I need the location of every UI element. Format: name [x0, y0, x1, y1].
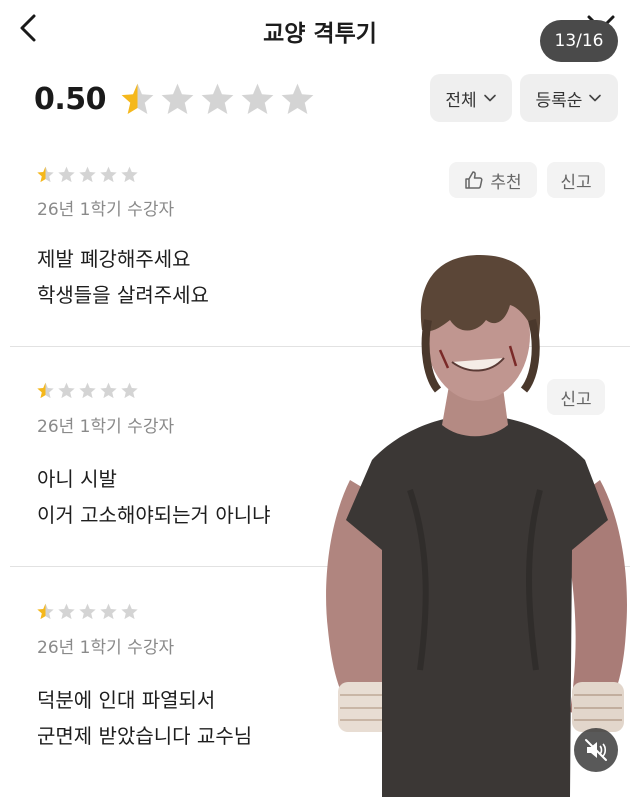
star-empty-icon	[121, 603, 138, 620]
star-empty-icon	[281, 83, 314, 114]
review-stars	[36, 381, 139, 400]
mute-button[interactable]	[574, 728, 618, 772]
review-meta: 26년 1학기 수강자	[37, 417, 175, 437]
review-text-line: 군면제 받았습니다 교수님	[37, 724, 253, 748]
star-filled-icon	[37, 166, 54, 183]
star-filled-icon	[37, 603, 54, 620]
report-button[interactable]: 신고	[547, 162, 605, 198]
star-empty-icon	[79, 603, 96, 620]
chevron-down-icon	[483, 94, 496, 102]
review-text-line: 학생들을 살려주세요	[37, 283, 209, 307]
star-empty-icon	[100, 603, 117, 620]
star-filled-icon	[37, 382, 54, 399]
top-bar: 교양 격투기 13/16	[0, 0, 640, 62]
recommend-label: 추천	[490, 172, 522, 193]
review-stars	[36, 602, 139, 621]
rating-summary: 0.50 전체 등록순	[0, 74, 640, 134]
report-label: 신고	[560, 172, 592, 193]
review-text-line: 아니 시발	[37, 467, 117, 491]
review-text-line: 이거 고소해야되는거 아니냐	[37, 503, 271, 527]
filter-scope-dropdown[interactable]: 전체	[430, 74, 512, 122]
rating-score: 0.50	[34, 82, 107, 117]
recommend-button[interactable]: 추천	[449, 162, 537, 198]
filter-scope-label: 전체	[445, 90, 477, 111]
character-illustration	[326, 255, 627, 797]
star-empty-icon	[161, 83, 194, 114]
star-empty-icon	[241, 83, 274, 114]
review-text-line: 제발 폐강해주세요	[37, 247, 191, 271]
page-indicator-badge: 13/16	[540, 20, 618, 62]
star-empty-icon	[100, 166, 117, 183]
star-empty-icon	[79, 166, 96, 183]
star-empty-icon	[58, 382, 75, 399]
review-text-line: 덕분에 인대 파열되서	[37, 688, 216, 712]
thumbs-up-icon	[465, 171, 483, 189]
star-empty-icon	[121, 166, 138, 183]
star-empty-icon	[79, 382, 96, 399]
speaker-muted-icon	[585, 739, 607, 761]
review-stars	[36, 165, 139, 184]
star-empty-icon	[201, 83, 234, 114]
star-empty-icon	[100, 382, 117, 399]
chevron-down-icon	[589, 94, 602, 102]
star-empty-icon	[58, 603, 75, 620]
review-meta: 26년 1학기 수강자	[37, 200, 175, 220]
star-filled-icon	[121, 83, 154, 114]
rating-stars	[119, 81, 316, 117]
star-empty-icon	[121, 382, 138, 399]
review-meta: 26년 1학기 수강자	[37, 638, 175, 658]
sort-order-label: 등록순	[535, 90, 583, 111]
star-empty-icon	[58, 166, 75, 183]
sort-order-dropdown[interactable]: 등록순	[520, 74, 618, 122]
